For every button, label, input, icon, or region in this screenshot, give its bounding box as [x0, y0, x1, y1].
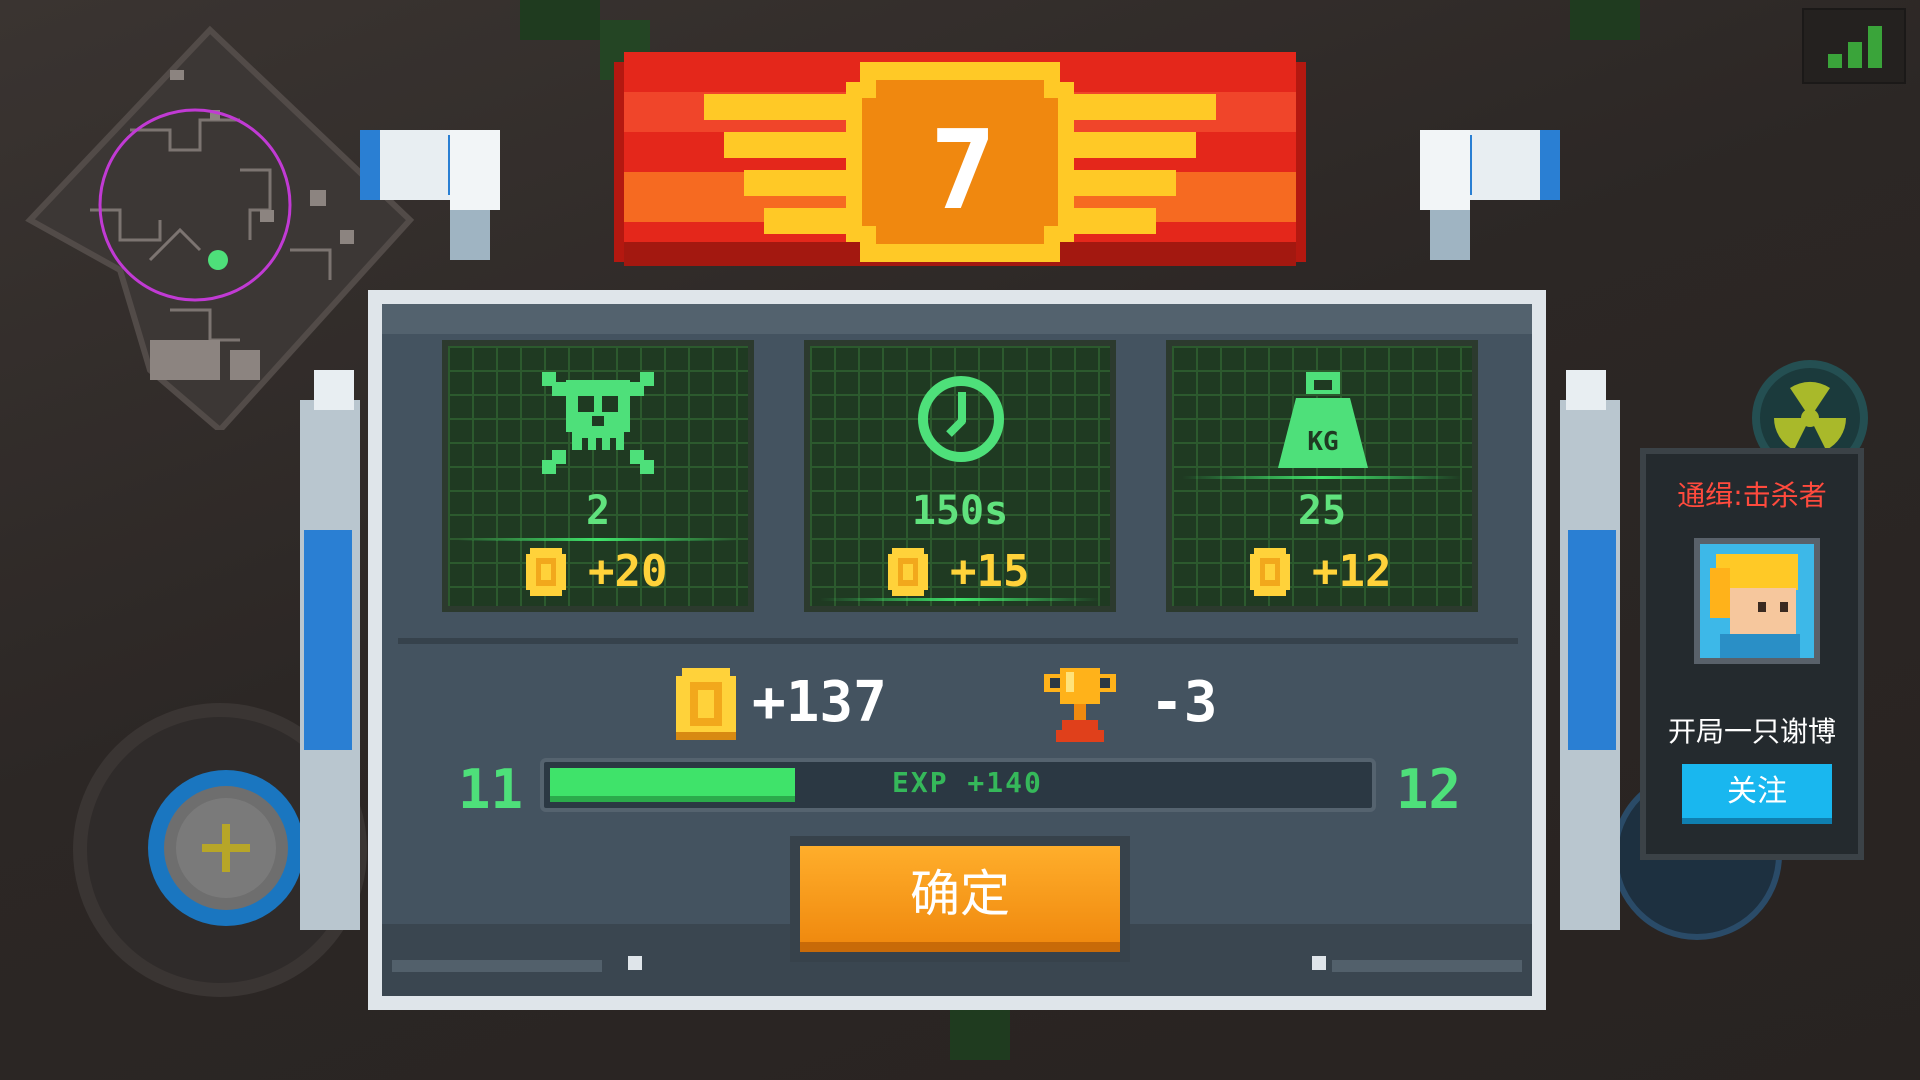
skull-icon	[542, 372, 654, 474]
player-name: 开局一只谢博	[1667, 715, 1836, 748]
current-level: 11	[458, 758, 524, 821]
glow-divider	[820, 598, 1100, 601]
time-coin-gain: +15	[950, 546, 1030, 597]
kills-value: 2	[585, 488, 611, 534]
coin-icon	[526, 548, 566, 596]
stat-card-kills: 2 +20	[442, 340, 754, 612]
stat-card-time: 150s +15	[804, 340, 1116, 612]
kg-weight-icon: KG	[1278, 372, 1368, 468]
glow-divider	[1182, 476, 1462, 479]
terrain-block	[950, 1010, 1010, 1060]
clock-icon	[918, 376, 1004, 462]
next-level: 12	[1396, 758, 1462, 821]
coin-icon	[676, 668, 736, 740]
follow-button[interactable]: 关注	[1682, 764, 1832, 824]
player-marker	[208, 250, 228, 270]
kills-coin-gain: +20	[588, 546, 668, 597]
glow-divider	[458, 538, 738, 541]
trophy-change: -3	[1150, 670, 1218, 735]
avatar[interactable]	[1694, 538, 1820, 664]
weight-value: 25	[1297, 488, 1347, 534]
coin-icon	[888, 548, 928, 596]
coin-icon	[1250, 548, 1290, 596]
level-number: 7	[930, 106, 997, 234]
stat-card-weight: KG 25 +12	[1166, 340, 1478, 612]
time-value: 150s	[911, 488, 1009, 534]
kg-label: KG	[1307, 427, 1338, 457]
panel-divider	[398, 638, 1518, 644]
terrain-block	[520, 0, 600, 40]
terrain-block	[1570, 0, 1640, 40]
wanted-panel: 通缉:击杀者 开局一只谢博 关注	[1640, 448, 1864, 860]
confirm-button[interactable]: 确定	[790, 836, 1130, 962]
exp-progress-fill	[550, 768, 795, 802]
wanted-title: 通缉:击杀者	[1677, 479, 1827, 512]
confirm-button-label: 确定	[800, 846, 1120, 952]
signal-strength-icon	[1802, 8, 1906, 84]
weight-coin-gain: +12	[1312, 546, 1392, 597]
total-coins: +137	[752, 670, 887, 735]
exp-gain-label: EXP +140	[892, 766, 1043, 799]
trophy-icon	[1044, 668, 1116, 742]
